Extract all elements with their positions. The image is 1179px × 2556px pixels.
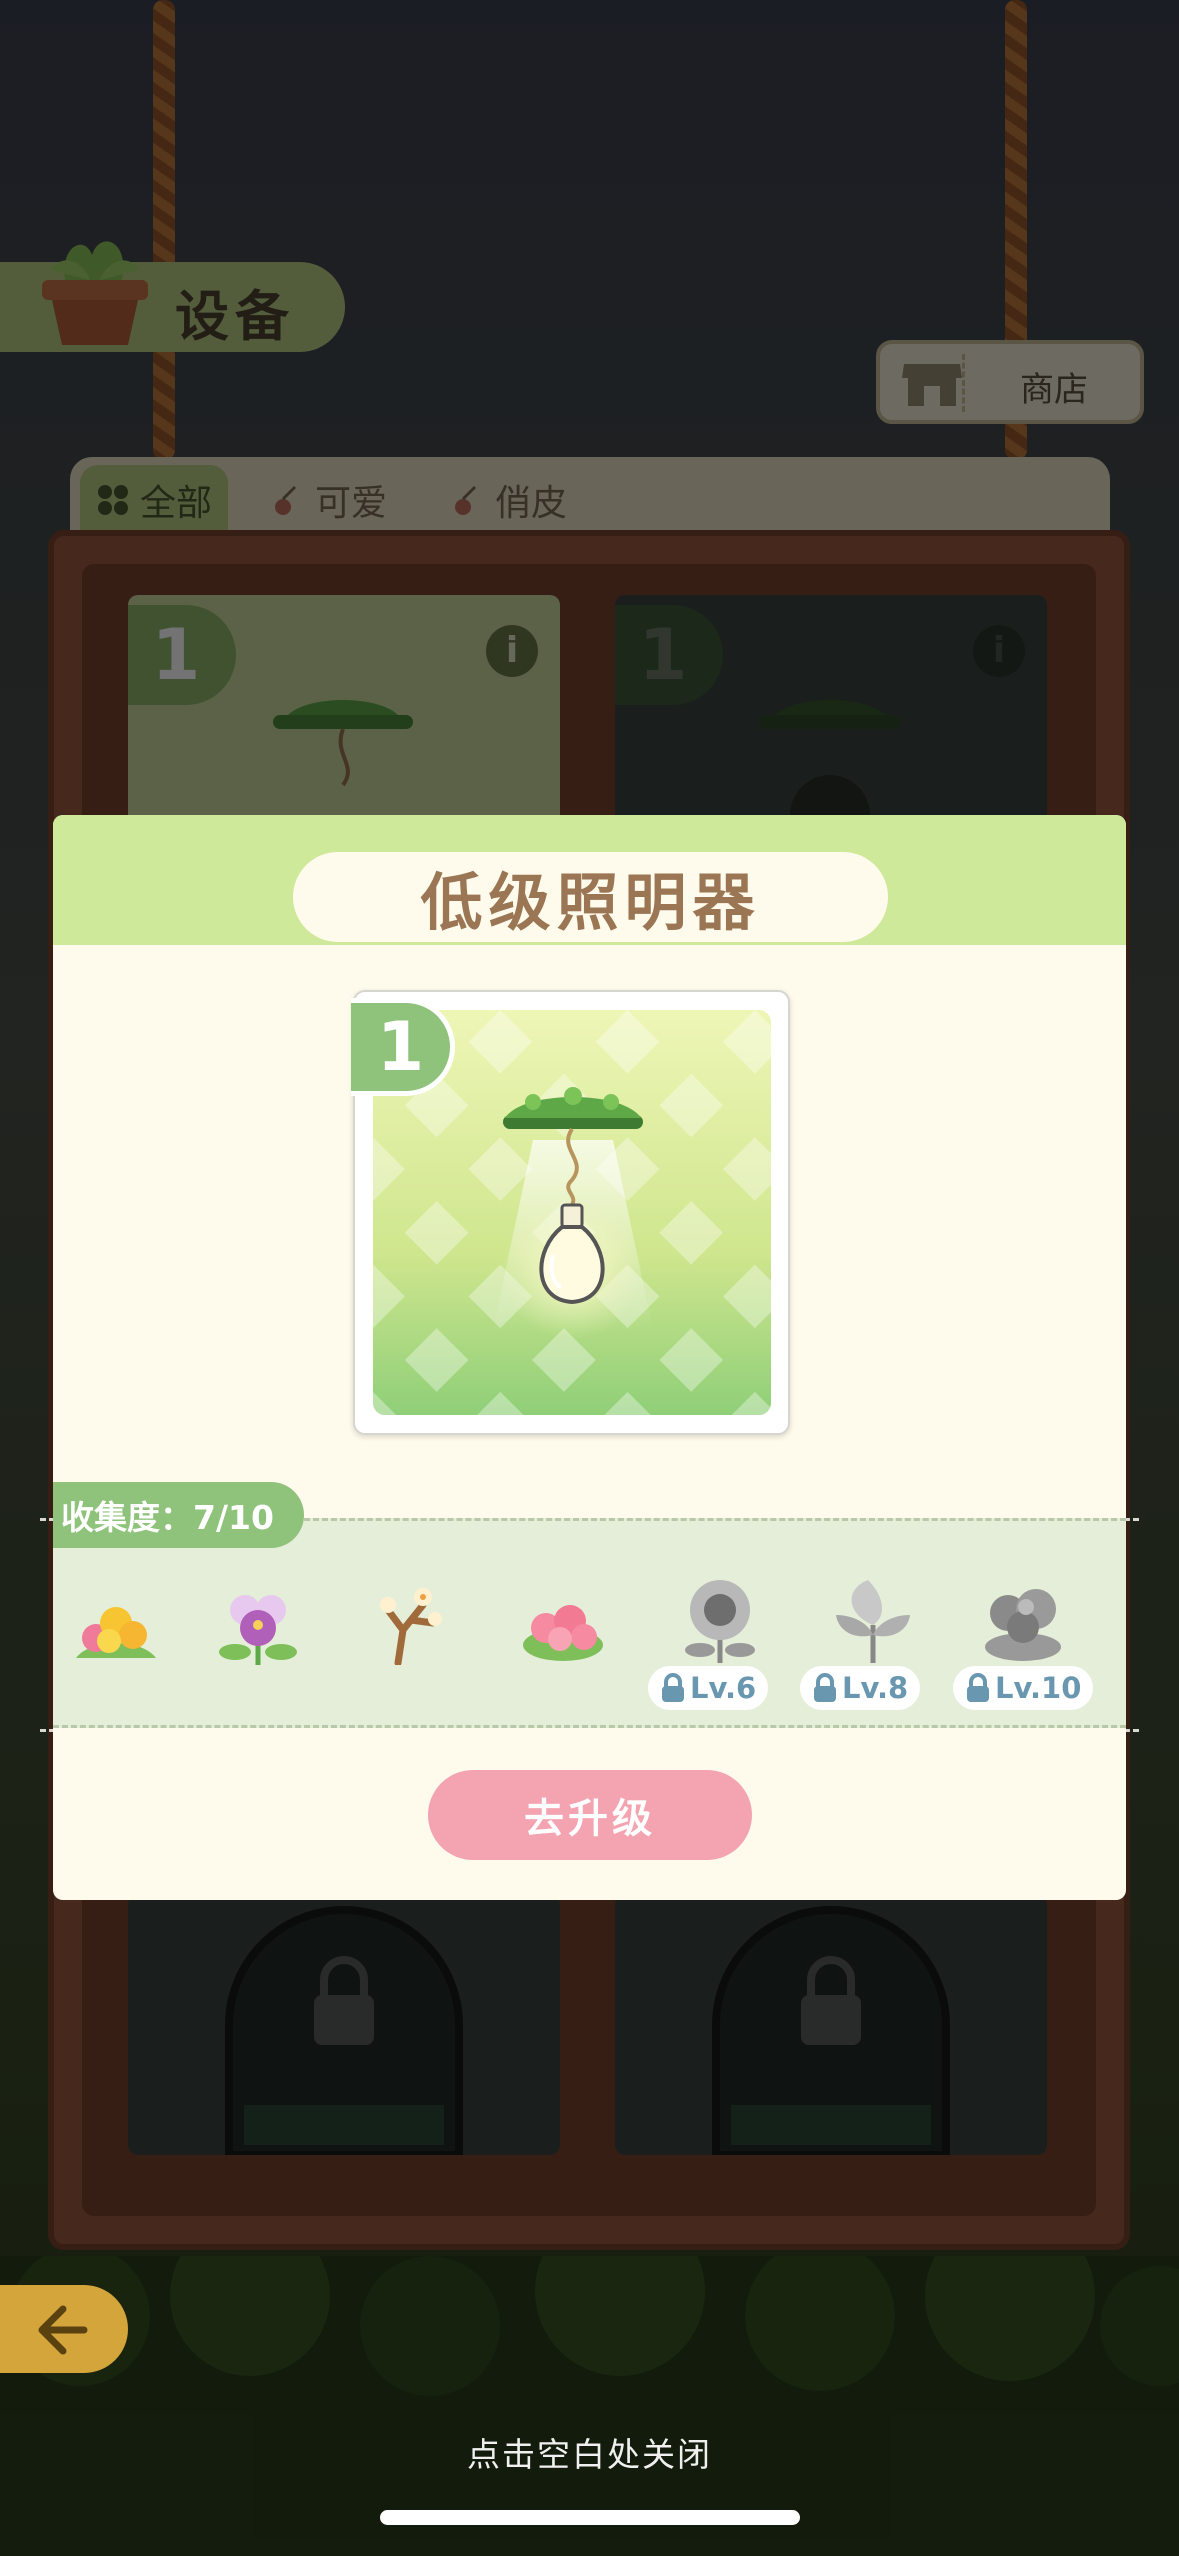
back-button[interactable] [0, 2285, 128, 2373]
lock-icon [662, 1673, 684, 1702]
yellow-flower-icon[interactable] [71, 1583, 161, 1673]
close-hint: 点击空白处关闭 [467, 2435, 712, 2474]
lock-icon [814, 1673, 836, 1702]
leaf-plant-locked-icon[interactable] [828, 1575, 918, 1665]
lock-level-tag: Lv.10 [953, 1666, 1094, 1710]
lock-level-text: Lv.10 [995, 1671, 1082, 1705]
upgrade-button[interactable]: 去升级 [428, 1770, 752, 1860]
pansy-flower-icon[interactable] [213, 1580, 303, 1670]
lock-level-text: Lv.8 [842, 1671, 909, 1705]
modal-title-pill: 低级照明器 [293, 852, 888, 942]
item-detail-modal: 低级照明器 1 收集度：7/10 Lv.6 Lv.8 Lv.10 去升级 [53, 815, 1126, 1900]
lock-level-tag: Lv.6 [648, 1666, 769, 1710]
lock-level-text: Lv.6 [690, 1671, 757, 1705]
sunflower-locked-icon[interactable] [675, 1575, 765, 1665]
card-level-badge: 1 [351, 998, 455, 1096]
lock-level-tag: Lv.8 [800, 1666, 921, 1710]
rose-locked-icon[interactable] [978, 1575, 1068, 1665]
plum-branch-icon[interactable] [363, 1575, 453, 1665]
modal-title: 低级照明器 [420, 866, 761, 939]
collection-progress-label: 收集度：7/10 [53, 1482, 304, 1548]
lock-icon [967, 1673, 989, 1702]
back-arrow-icon [38, 2305, 88, 2355]
item-card: 1 [351, 990, 790, 1435]
azalea-flower-icon[interactable] [518, 1583, 608, 1673]
home-indicator[interactable] [380, 2510, 800, 2525]
